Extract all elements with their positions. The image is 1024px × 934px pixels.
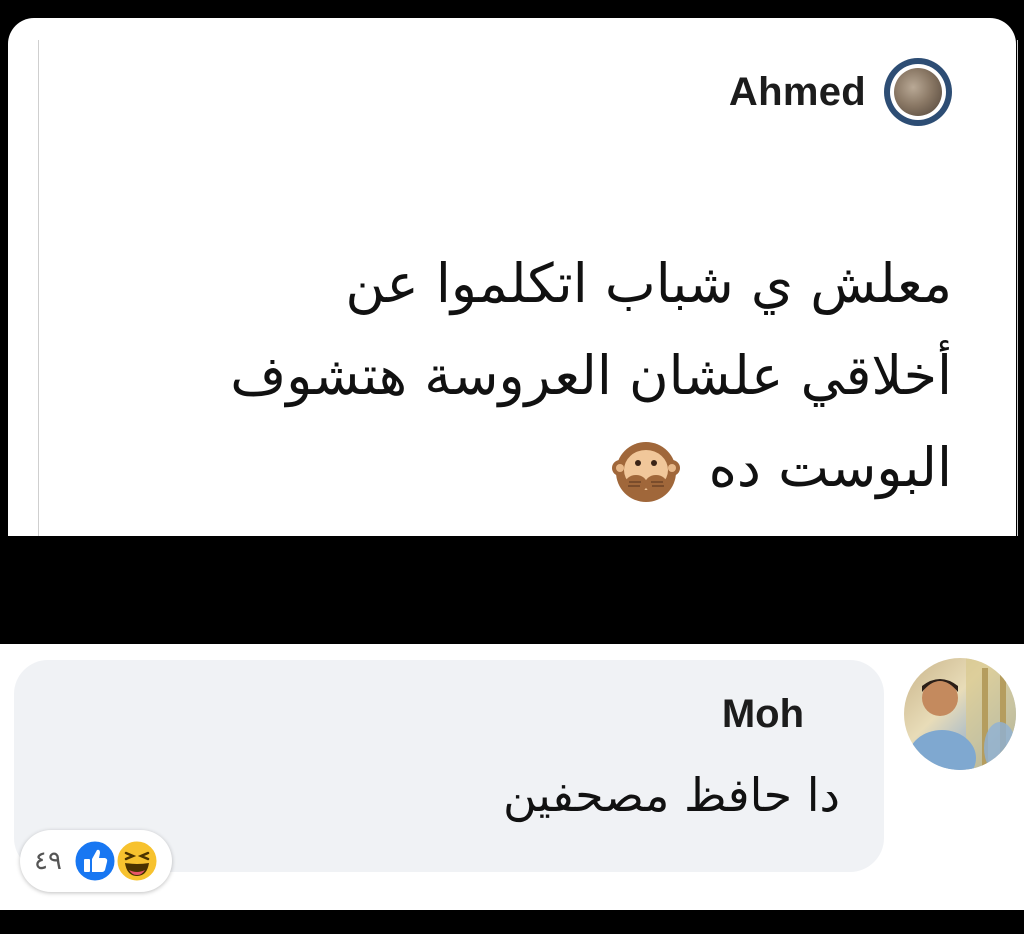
comment-text: دا حافظ مصحفين xyxy=(502,768,840,822)
comment-author-name[interactable]: Moh xyxy=(722,692,804,737)
post-text-line-3: البوست ده xyxy=(32,422,952,514)
reaction-count: ٤٩ xyxy=(34,846,62,876)
post-text: معلش ي شباب اتكلموا عن أخلاقي علشان العر… xyxy=(32,238,952,514)
person-photo-icon xyxy=(908,658,1016,770)
like-icon xyxy=(72,838,118,884)
reactions-pill[interactable]: ٤٩ xyxy=(20,830,172,892)
speak-no-evil-monkey-icon xyxy=(612,442,681,503)
post-text-line-1: معلش ي شباب اتكلموا عن xyxy=(345,252,952,315)
haha-icon xyxy=(114,838,160,884)
post-author-avatar[interactable] xyxy=(884,58,952,126)
comment-author-avatar[interactable] xyxy=(904,658,1016,770)
separator-bar xyxy=(0,536,1024,644)
post-author-name[interactable]: Ahmed xyxy=(729,70,866,115)
post-card: Ahmed معلش ي شباب اتكلموا عن أخلاقي علشا… xyxy=(8,18,1018,544)
bottom-strip xyxy=(0,910,1024,934)
post-text-line-3-text: البوست ده xyxy=(708,436,952,499)
post-header: Ahmed xyxy=(729,58,952,126)
comment-area: Moh دا حافظ مصحفين ٤٩ xyxy=(0,644,1024,910)
post-text-line-2: أخلاقي علشان العروسة هتشوف xyxy=(230,344,952,407)
